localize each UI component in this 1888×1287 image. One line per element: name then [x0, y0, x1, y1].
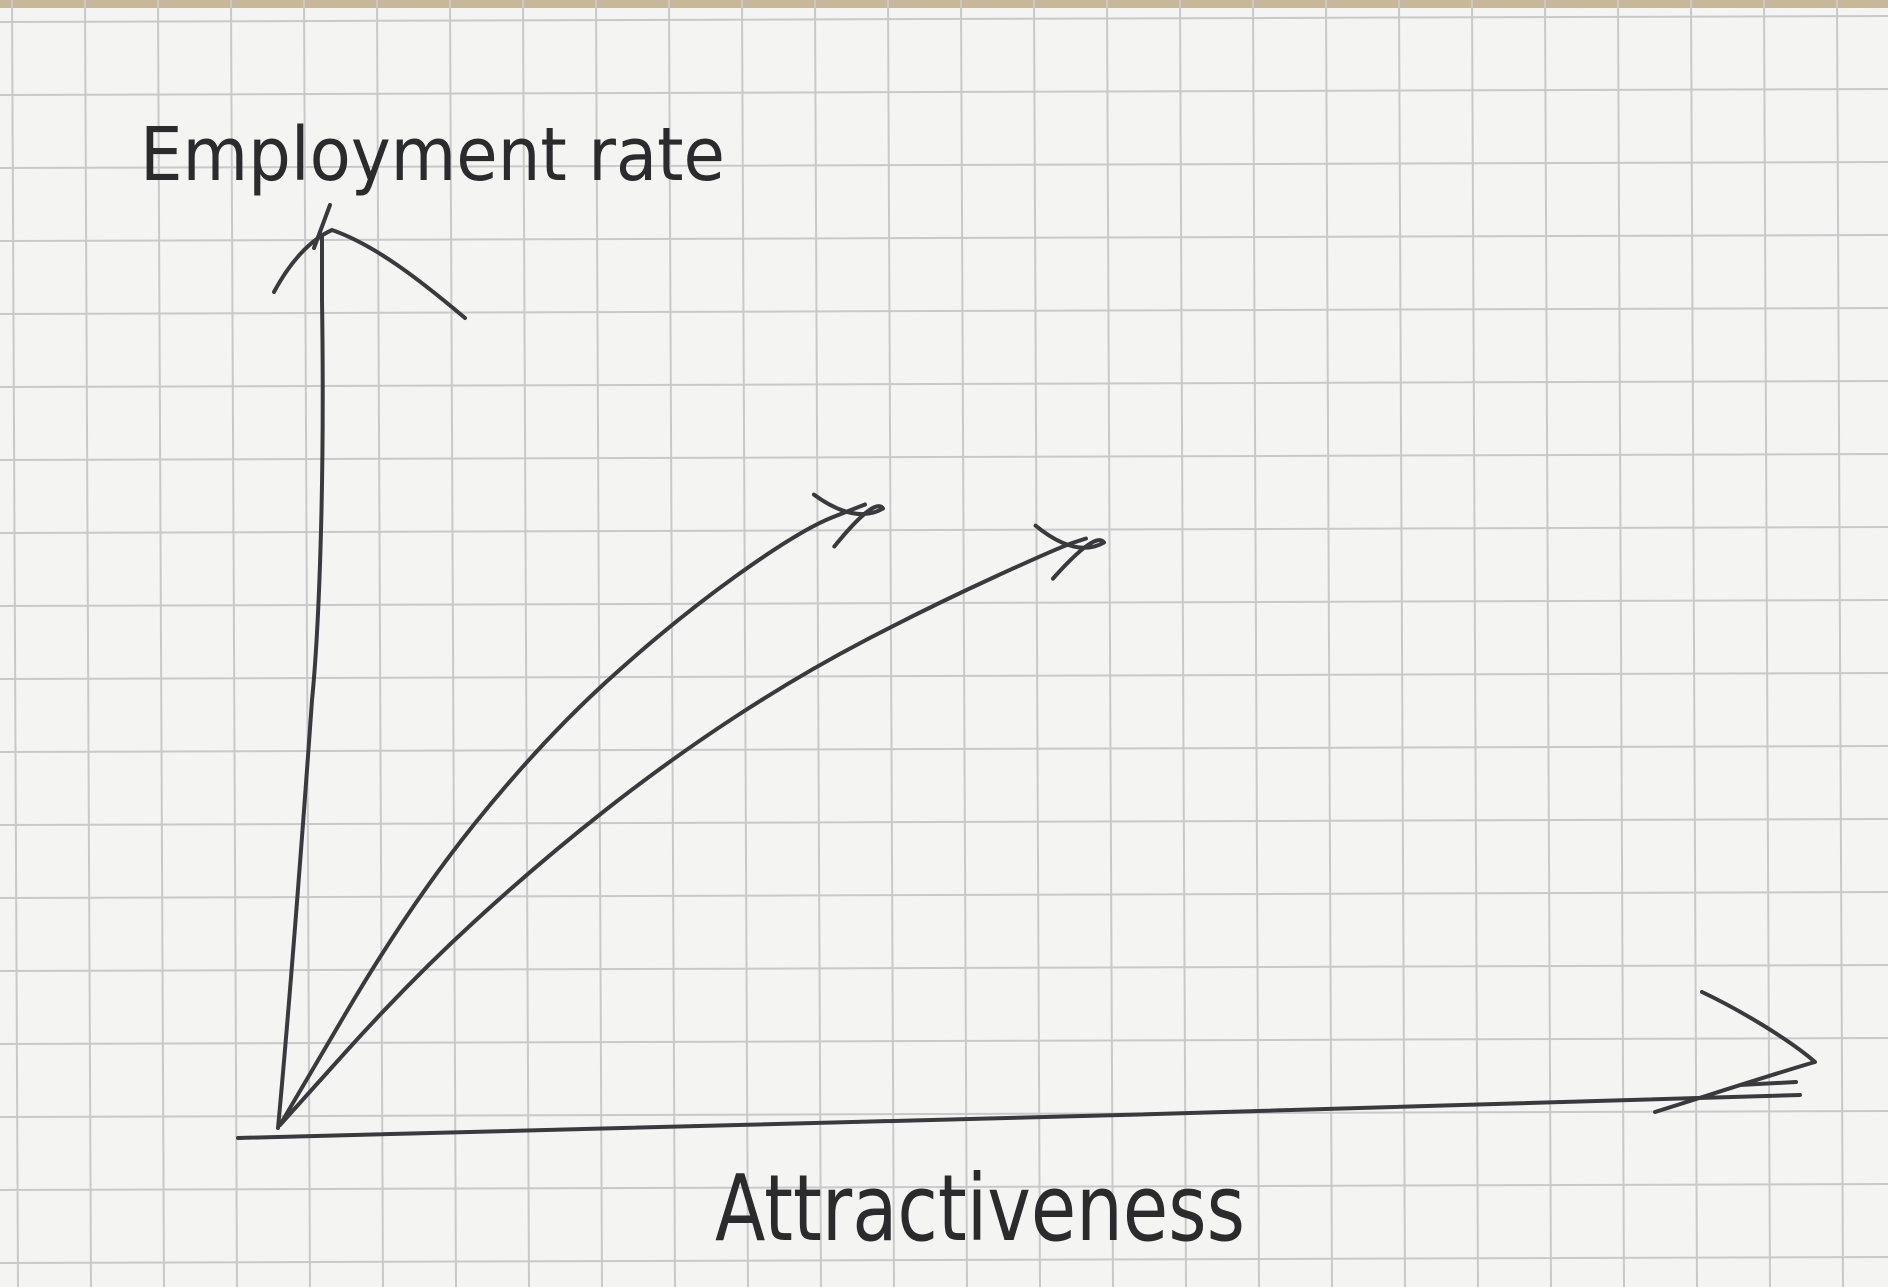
y-axis-label: Employment rate [140, 112, 725, 198]
paper-top-edge [0, 0, 1888, 8]
chart-canvas: Employment rate Attractiveness [0, 0, 1888, 1287]
x-axis-label: Attractiveness [715, 1155, 1245, 1262]
